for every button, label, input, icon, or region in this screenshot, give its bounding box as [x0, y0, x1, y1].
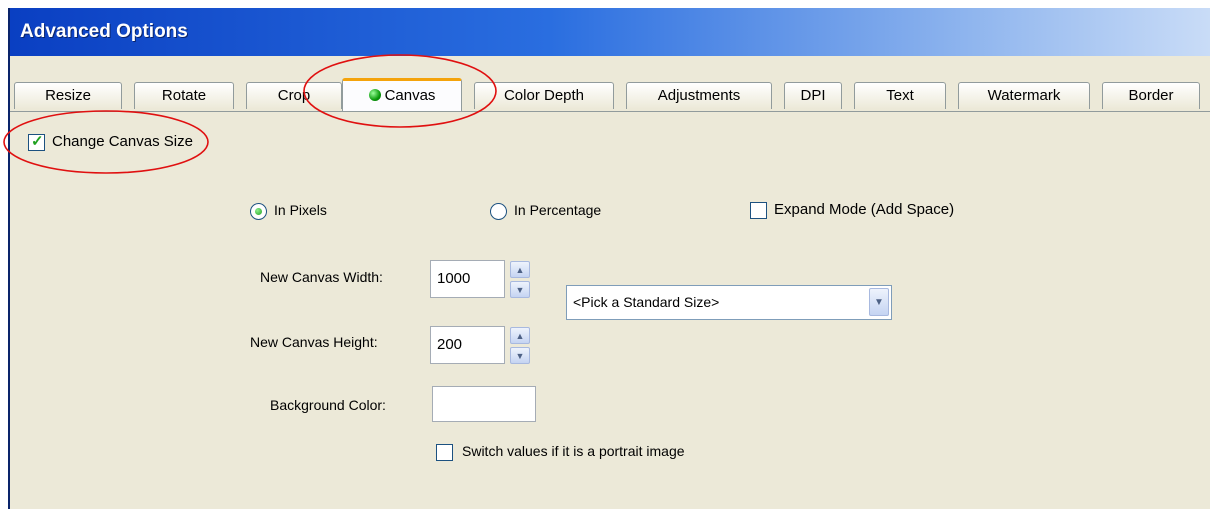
- tab-label: Rotate: [161, 87, 207, 104]
- arrow-up-icon[interactable]: ▲: [510, 327, 530, 344]
- expand-mode-checkbox[interactable]: [750, 202, 767, 219]
- background-color-input[interactable]: [432, 386, 536, 422]
- tab-adjustments[interactable]: Adjustments: [626, 82, 772, 109]
- window-title: Advanced Options: [20, 21, 188, 42]
- in-percentage-label: In Percentage: [514, 202, 602, 218]
- canvas-height-spinner: ▲ ▼: [510, 327, 530, 364]
- tab-label: Text: [886, 87, 914, 104]
- tab-watermark[interactable]: Watermark: [958, 82, 1090, 109]
- tab-label: Adjustments: [657, 87, 741, 104]
- in-pixels-label: In Pixels: [274, 202, 327, 218]
- canvas-width-spinner: ▲ ▼: [510, 261, 530, 298]
- tab-label: Canvas: [384, 87, 436, 104]
- arrow-down-icon[interactable]: ▼: [510, 347, 530, 364]
- chevron-down-icon[interactable]: ▼: [869, 288, 889, 316]
- tab-label: Crop: [277, 87, 311, 104]
- tab-strip: Resize Rotate Crop Canvas Color Depth Ad…: [10, 56, 1210, 112]
- in-percentage-radio[interactable]: [490, 203, 507, 220]
- tab-crop[interactable]: Crop: [246, 82, 342, 109]
- canvas-height-input[interactable]: 200: [430, 326, 505, 364]
- radio-selected-indicator: [255, 208, 262, 215]
- tab-rotate[interactable]: Rotate: [134, 82, 234, 109]
- change-canvas-size-checkbox[interactable]: ✓: [28, 133, 45, 151]
- tab-label: Color Depth: [503, 87, 585, 104]
- in-pixels-radio[interactable]: [250, 203, 267, 220]
- canvas-width-input[interactable]: 1000: [430, 260, 505, 298]
- standard-size-value: <Pick a Standard Size>: [573, 294, 720, 310]
- tab-label: Watermark: [987, 87, 1061, 104]
- background-color-label: Background Color:: [270, 397, 386, 413]
- tab-label: DPI: [800, 87, 826, 104]
- tab-panel-divider: [10, 111, 1210, 112]
- advanced-options-window: Advanced Options Resize Rotate Crop Canv…: [8, 8, 1210, 509]
- expand-mode-label: Expand Mode (Add Space): [774, 201, 955, 218]
- canvas-width-label: New Canvas Width:: [260, 269, 383, 285]
- switch-portrait-checkbox[interactable]: [436, 444, 453, 461]
- arrow-up-icon[interactable]: ▲: [510, 261, 530, 278]
- arrow-down-icon[interactable]: ▼: [510, 281, 530, 298]
- tab-color-depth[interactable]: Color Depth: [474, 82, 614, 109]
- green-dot-icon: [368, 89, 381, 101]
- canvas-height-label: New Canvas Height:: [250, 334, 378, 350]
- tab-border[interactable]: Border: [1102, 82, 1200, 109]
- tab-canvas[interactable]: Canvas: [342, 78, 462, 111]
- tab-text[interactable]: Text: [854, 82, 946, 109]
- switch-portrait-label: Switch values if it is a portrait image: [462, 443, 685, 459]
- title-bar: Advanced Options: [10, 8, 1210, 56]
- tab-label: Resize: [45, 87, 91, 104]
- tab-dpi[interactable]: DPI: [784, 82, 842, 109]
- tab-resize[interactable]: Resize: [14, 82, 122, 109]
- change-canvas-size-label: Change Canvas Size: [52, 133, 193, 150]
- checkmark-icon: ✓: [31, 133, 44, 150]
- tab-label: Border: [1128, 87, 1174, 104]
- standard-size-select[interactable]: <Pick a Standard Size> ▼: [566, 285, 892, 320]
